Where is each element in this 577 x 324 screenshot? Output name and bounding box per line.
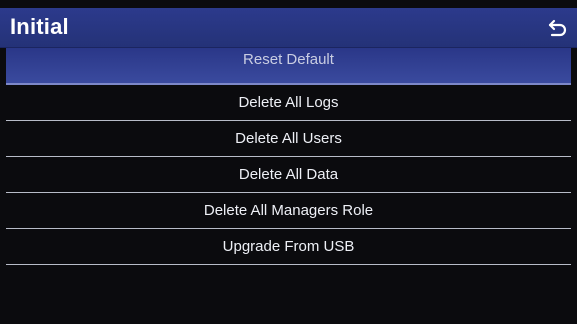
menu-list: Reset Default Delete All Logs Delete All… <box>6 48 571 265</box>
menu-item-label: Delete All Managers Role <box>203 202 374 219</box>
menu-item-upgrade-from-usb[interactable]: Upgrade From USB <box>6 229 571 265</box>
screen: Initial Reset Default Delete All Logs De… <box>0 0 577 324</box>
menu-item-delete-all-users[interactable]: Delete All Users <box>6 121 571 157</box>
menu-item-delete-all-data[interactable]: Delete All Data <box>6 157 571 193</box>
menu-item-label: Delete All Users <box>235 130 342 147</box>
title-bar: Initial <box>0 8 577 48</box>
menu-item-label: Reset Default <box>243 51 334 68</box>
menu-item-label: Upgrade From USB <box>222 238 355 255</box>
back-button[interactable] <box>545 16 569 40</box>
menu-item-delete-all-managers-role[interactable]: Delete All Managers Role <box>6 193 571 229</box>
menu-item-label: Delete All Logs <box>238 94 339 111</box>
back-arrow-icon <box>548 19 567 37</box>
menu-item-delete-all-logs[interactable]: Delete All Logs <box>6 85 571 121</box>
menu-item-label: Delete All Data <box>238 166 339 183</box>
page-title: Initial <box>10 14 69 39</box>
menu-item-reset-default[interactable]: Reset Default <box>6 48 571 85</box>
